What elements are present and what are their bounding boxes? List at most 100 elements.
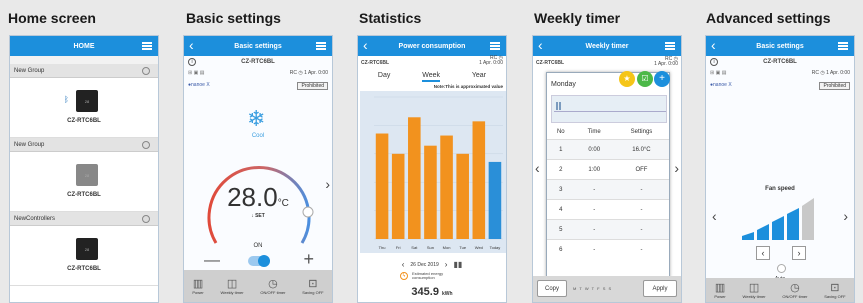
timer-row-setting: OFF <box>635 166 648 173</box>
prohibited-badge: Prohibited <box>819 82 850 90</box>
tab-day[interactable]: Day <box>378 72 390 82</box>
timer-row-time: - <box>593 246 596 253</box>
power-toggle[interactable] <box>248 255 270 267</box>
device-item[interactable]: 28 CZ-RTC6BL <box>10 226 158 286</box>
timer-row-setting: 16.0°C <box>632 146 651 153</box>
phone-statistics: ‹ Power consumption CZ-RTC6BL RC ◷ 1 Apr.… <box>357 35 507 303</box>
group-header[interactable]: NewControllers <box>10 212 158 226</box>
footer-onoff-timer[interactable]: ◷ ON/OFF timer <box>782 282 807 299</box>
rc-time: RC ◷ 1 Apr. 0:00 <box>654 56 678 67</box>
phone-home: HOME New Group ᛒ 28 CZ-RTC6BL New Group … <box>9 35 159 303</box>
back-arrow-icon[interactable]: ‹ <box>538 37 543 54</box>
x-tick-label: Thu <box>379 245 386 250</box>
back-arrow-icon[interactable]: ‹ <box>363 37 368 54</box>
add-icon[interactable]: + <box>654 71 670 87</box>
date-label: 26 Dec 2019 <box>410 261 439 268</box>
group-header[interactable]: New Group <box>10 138 158 152</box>
timer-table-body: 1 0:00 16.0°C 2 1:00 OFF 3 - - 4 - - 5 - - 6 - - <box>547 139 669 259</box>
back-arrow-icon[interactable]: ‹ <box>189 37 194 54</box>
fan-speed-bars[interactable] <box>742 198 822 240</box>
chevron-right-icon[interactable]: › <box>843 208 848 224</box>
day-selector[interactable]: M T W T F S S <box>573 286 612 291</box>
device-item[interactable]: ᛒ 28 CZ-RTC6BL <box>10 78 158 138</box>
collapse-icon[interactable] <box>142 141 150 149</box>
temperature-value: 28.0 <box>227 182 278 212</box>
phone-weekly-timer: ‹ Weekly timer CZ-RTC6BL RC ◷ 1 Apr. 0:00… <box>532 35 682 303</box>
timeline-strip[interactable] <box>551 95 667 123</box>
date-nav: ‹ 26 Dec 2019 › ▮▮ <box>358 260 506 269</box>
timer-row[interactable]: 5 - - <box>547 219 669 239</box>
timer-row[interactable]: 4 - - <box>547 199 669 219</box>
back-arrow-icon[interactable]: ‹ <box>711 37 716 54</box>
footer-saving[interactable]: ⊡ Saving OFF <box>824 282 845 299</box>
hamburger-menu-icon[interactable] <box>142 42 152 50</box>
check-icon[interactable]: ☑ <box>637 71 653 87</box>
minus-button[interactable]: — <box>204 252 220 270</box>
timer-row-no: 5 <box>559 226 563 233</box>
period-tabs: Day Week Year <box>358 68 506 84</box>
timer-row-time: - <box>593 186 596 193</box>
basic-header-bar: ‹ Basic settings <box>184 36 332 56</box>
hamburger-menu-icon[interactable] <box>665 42 675 50</box>
fan-decrease-button[interactable]: ‹ <box>756 246 770 260</box>
clock-icon: ◷ <box>790 281 800 294</box>
title-weekly-timer: Weekly timer <box>534 10 621 26</box>
timer-row-no: 3 <box>559 186 563 193</box>
device-item[interactable]: 28 CZ-RTC6BL <box>10 152 158 212</box>
controller-icon: 28 <box>76 238 98 260</box>
hamburger-menu-icon[interactable] <box>490 42 500 50</box>
timer-row-time: - <box>593 206 596 213</box>
timer-row-no: 2 <box>559 166 563 173</box>
fan-speed-label: Fan speed <box>765 186 795 192</box>
chevron-right-icon[interactable]: › <box>325 176 330 192</box>
footer-power[interactable]: ▥ Power <box>192 278 203 295</box>
tab-year[interactable]: Year <box>472 72 486 82</box>
device-name: CZ-RTC6BL <box>763 59 797 65</box>
group-name: New Group <box>14 67 45 74</box>
footer-onoff-timer[interactable]: ◷ ON/OFF timer <box>260 278 285 295</box>
collapse-icon[interactable] <box>142 67 150 75</box>
timer-row[interactable]: 2 1:00 OFF <box>547 159 669 179</box>
temperature-display: 28.0°C <box>184 182 332 213</box>
group-name: New Group <box>14 141 45 148</box>
timer-row-no: 1 <box>559 146 563 153</box>
weekly-header-title: Weekly timer <box>585 42 629 50</box>
approx-note: Note:This is approximated value <box>433 84 503 89</box>
chevron-left-icon[interactable]: ‹ <box>535 160 540 176</box>
apply-button[interactable]: Apply <box>643 280 677 297</box>
timer-row[interactable]: 3 - - <box>547 179 669 199</box>
footer-saving[interactable]: ⊡ Saving OFF <box>302 278 323 295</box>
device-name: CZ-RTC6BL <box>241 59 275 65</box>
timer-row-no: 4 <box>559 206 563 213</box>
title-basic-settings: Basic settings <box>186 10 281 26</box>
footer-power[interactable]: ▥ Power <box>714 282 725 299</box>
collapse-icon[interactable] <box>142 215 150 223</box>
power-chart-icon: ▥ <box>714 281 726 294</box>
chart-view-icon[interactable]: ▮▮ <box>453 260 462 269</box>
chevron-right-icon[interactable]: › <box>674 160 679 176</box>
group-header[interactable]: New Group <box>10 64 158 78</box>
timer-row[interactable]: 1 0:00 16.0°C <box>547 139 669 159</box>
chart-bar-sat <box>408 117 421 239</box>
footer-weekly-timer[interactable]: ◫ Weekly timer <box>221 278 244 295</box>
timer-row-setting: - <box>640 246 643 253</box>
timer-row[interactable]: 6 - - <box>547 239 669 259</box>
prev-date-icon[interactable]: ‹ <box>402 260 405 269</box>
footer-weekly-timer[interactable]: ◫ Weekly timer <box>743 282 766 299</box>
power-chart-icon: ▥ <box>192 277 204 290</box>
hamburger-menu-icon[interactable] <box>316 42 326 50</box>
hamburger-menu-icon[interactable] <box>838 42 848 50</box>
status-icons: ⊞ ▣ ▤ <box>710 70 727 76</box>
chevron-left-icon[interactable]: ‹ <box>712 208 717 224</box>
group-name: NewControllers <box>14 215 56 222</box>
tab-week[interactable]: Week <box>422 72 441 82</box>
next-date-icon[interactable]: › <box>445 260 448 269</box>
fan-increase-button[interactable]: › <box>792 246 806 260</box>
auto-toggle[interactable] <box>777 264 786 273</box>
footer-bar: ▥ Power ◫ Weekly timer ◷ ON/OFF timer ⊡ Savi… <box>706 278 854 302</box>
plus-button[interactable]: + <box>303 249 314 270</box>
weekly-timer-icon: ◫ <box>748 281 760 294</box>
copy-button[interactable]: Copy <box>537 280 567 297</box>
star-icon[interactable]: ★ <box>619 71 635 87</box>
phone-basic-settings: ‹ Basic settings i CZ-RTC6BL ⊞ ▣ ▤ RC ◷ … <box>183 35 333 303</box>
